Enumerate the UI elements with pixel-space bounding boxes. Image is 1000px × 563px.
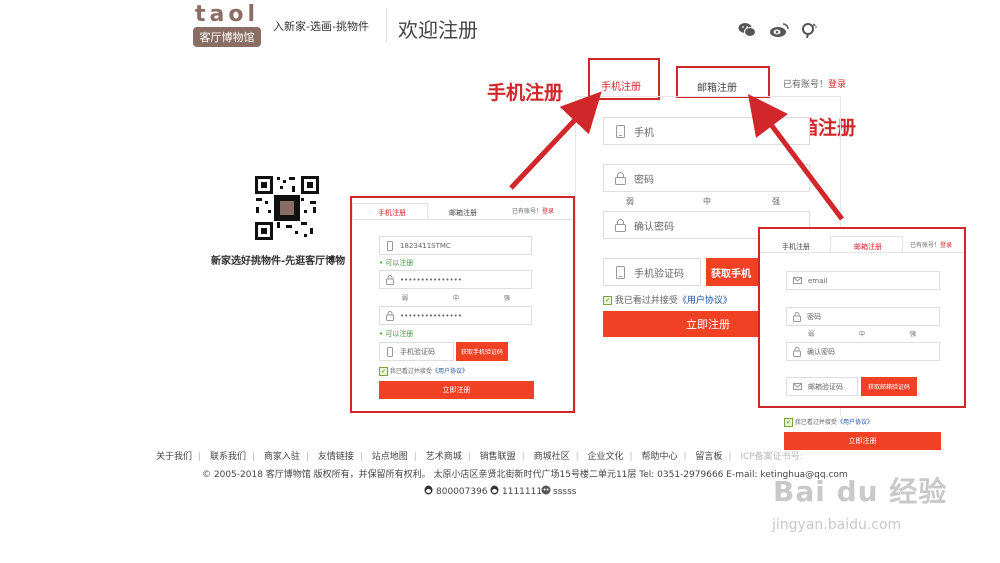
- qq-icon: [424, 485, 433, 498]
- card-phone-input[interactable]: 1823411STMC: [379, 236, 532, 255]
- ecard-password-placeholder: 密码: [807, 312, 821, 321]
- card-strength-weak: 弱: [402, 295, 409, 302]
- card-agreement-link[interactable]: 《用户协议》: [432, 368, 468, 375]
- ww-icon: [541, 485, 551, 498]
- qr-caption: 新家选好挑物件-先逛客厅博物: [211, 256, 346, 267]
- footer-link-sitemap[interactable]: 站点地图: [372, 452, 408, 462]
- footer-copyright: © 2005-2018 客厅博物馆 版权所有，并保留所有权利。 太原小店区亲贤北…: [202, 470, 848, 480]
- card-get-code-button[interactable]: 获取手机验证码: [456, 342, 508, 361]
- arrow-to-phone-tab: [509, 91, 602, 190]
- qr-code: [253, 174, 321, 242]
- card-phone-value: 1823411STMC: [400, 241, 451, 250]
- phone-icon: [386, 345, 394, 359]
- phone-icon: [386, 239, 394, 253]
- qq-icon: [490, 485, 499, 498]
- card-tab-email[interactable]: 邮箱注册: [449, 208, 477, 218]
- footer-link-sales[interactable]: 销售联盟: [480, 452, 516, 462]
- ecard-agreement: ✓ 我已看过并接受《用户协议》: [784, 418, 873, 427]
- ecard-email-input[interactable]: email: [786, 271, 940, 290]
- footer-link-friends[interactable]: 友情链接: [318, 452, 354, 462]
- lock-icon: [386, 273, 394, 287]
- ecard-code-placeholder: 邮箱验证码: [808, 382, 843, 391]
- ecard-confirm-placeholder: 确认密码: [807, 347, 835, 356]
- lock-icon: [793, 310, 801, 324]
- card-agree-checkbox[interactable]: ✓: [379, 367, 388, 376]
- ecard-code-input[interactable]: 邮箱验证码: [786, 377, 858, 396]
- phone-register-card: 手机注册 邮箱注册 已有账号！登录 1823411STMC • 可以注册 •••…: [350, 196, 575, 413]
- mail-icon: [793, 274, 802, 288]
- footer-link-contact[interactable]: 联系我们: [210, 452, 246, 462]
- footer-link-merchant[interactable]: 商家入驻: [264, 452, 300, 462]
- card-have-account: 已有账号！登录: [512, 208, 555, 215]
- ecard-tab-email[interactable]: 邮箱注册: [854, 242, 882, 252]
- footer-qq-2[interactable]: 1111111: [490, 485, 542, 498]
- card-strength-strong: 强: [504, 295, 511, 302]
- ecard-submit-button[interactable]: 立即注册: [784, 432, 941, 450]
- card-submit-button[interactable]: 立即注册: [379, 381, 534, 399]
- ecard-get-code-button[interactable]: 获取邮箱验证码: [861, 377, 917, 396]
- footer-link-art-mall[interactable]: 艺术商城: [426, 452, 462, 462]
- mail-icon: [793, 380, 802, 394]
- card-confirm-valid: • 可以注册: [379, 330, 414, 338]
- ecard-login-link[interactable]: 登录: [940, 242, 952, 249]
- card-sms-input[interactable]: 手机验证码: [379, 342, 454, 361]
- footer-link-community[interactable]: 商城社区: [534, 452, 570, 462]
- card-login-link[interactable]: 登录: [542, 208, 554, 215]
- card-phone-valid: • 可以注册: [379, 259, 414, 267]
- card-strength-medium: 中: [453, 295, 460, 302]
- lock-icon: [793, 345, 801, 359]
- footer-link-help[interactable]: 帮助中心: [641, 452, 677, 462]
- watermark-brand: Bai du 经验: [773, 475, 948, 508]
- footer-icp: ICP备案证书号:: [740, 452, 803, 462]
- footer-link-culture[interactable]: 企业文化: [588, 452, 624, 462]
- card-tab-phone[interactable]: 手机注册: [378, 208, 406, 218]
- card-confirm-input[interactable]: •••••••••••••••: [379, 306, 532, 325]
- footer-link-about[interactable]: 关于我们: [156, 452, 192, 462]
- ecard-strength-weak: 弱: [808, 331, 815, 338]
- arrow-to-email-tab: [747, 94, 844, 221]
- lock-icon: [386, 309, 394, 323]
- footer-qq-3[interactable]: sssss: [541, 485, 576, 498]
- card-agreement: ✓ 我已看过并接受《用户协议》: [379, 367, 468, 376]
- card-password-input[interactable]: •••••••••••••••: [379, 270, 532, 289]
- card-password-value: •••••••••••••••: [400, 275, 462, 284]
- footer-qq-1[interactable]: 800007396: [424, 485, 488, 498]
- ecard-strength-strong: 强: [910, 331, 917, 338]
- ecard-password-input[interactable]: 密码: [786, 307, 940, 326]
- footer-link-message[interactable]: 留言板: [695, 452, 722, 462]
- ecard-strength-medium: 中: [859, 331, 866, 338]
- ecard-email-placeholder: email: [808, 276, 828, 285]
- ecard-agreement-link[interactable]: 《用户协议》: [837, 419, 873, 426]
- ecard-agree-checkbox[interactable]: ✓: [784, 418, 793, 427]
- ecard-confirm-input[interactable]: 确认密码: [786, 342, 940, 361]
- watermark-url: jingyan.baidu.com: [772, 517, 902, 533]
- card-confirm-value: •••••••••••••••: [400, 311, 462, 320]
- ecard-have-account: 已有账号！登录: [910, 242, 953, 249]
- card-sms-placeholder: 手机验证码: [400, 347, 435, 356]
- ecard-tab-phone[interactable]: 手机注册: [782, 242, 810, 252]
- email-register-card: 手机注册 邮箱注册 已有账号！登录 email 密码 弱 中 强 确认密码 邮箱…: [758, 227, 966, 408]
- footer-links: 关于我们 | 联系我们 | 商家入驻 | 友情链接 | 站点地图 | 艺术商城 | 销售联盟…: [156, 452, 803, 462]
